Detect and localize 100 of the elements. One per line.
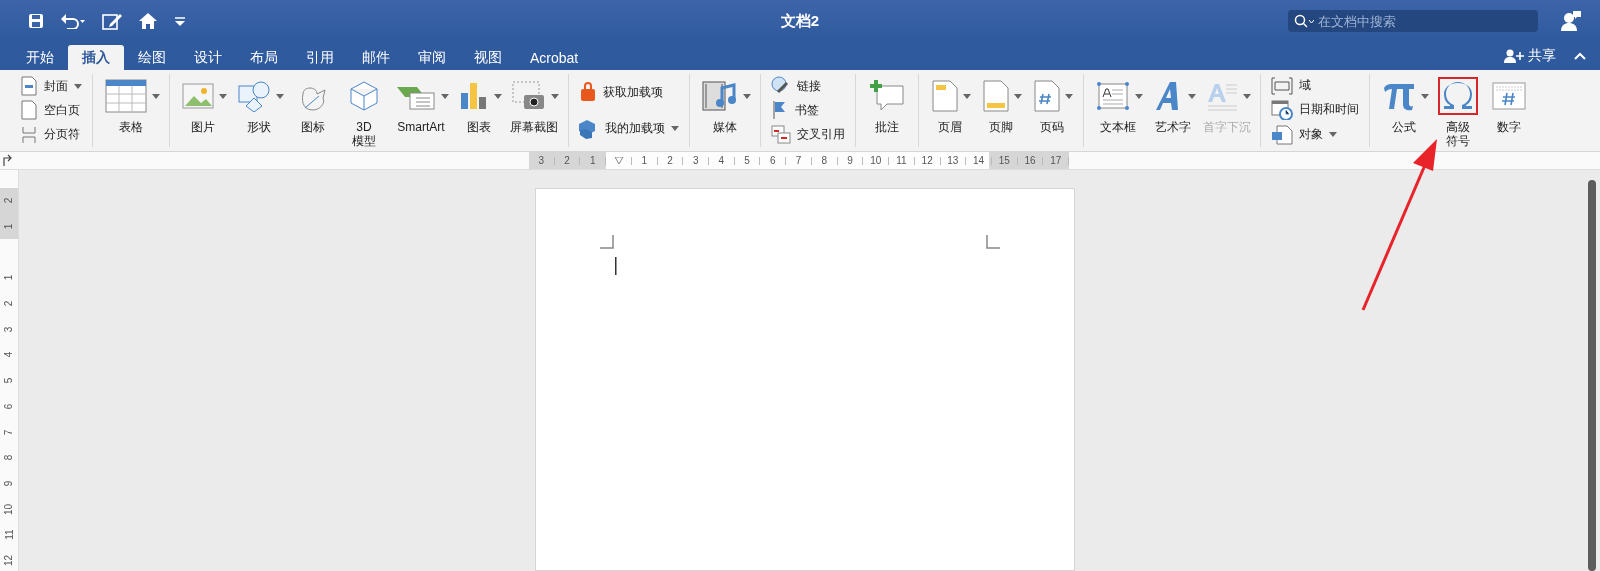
share-button[interactable]: 共享 bbox=[1504, 47, 1600, 70]
ruler-number: 1 bbox=[3, 223, 15, 230]
ribbon-tab[interactable]: 引用 bbox=[292, 45, 348, 70]
ruler-number: 2 bbox=[3, 198, 15, 204]
ribbon-tab[interactable]: 审阅 bbox=[404, 45, 460, 70]
page-number-icon bbox=[1034, 80, 1060, 112]
ribbon-button[interactable]: 艺术字 bbox=[1147, 74, 1199, 136]
ribbon-tab[interactable]: 布局 bbox=[236, 45, 292, 70]
ribbon-button[interactable]: 空白页 bbox=[16, 99, 86, 122]
page-icon bbox=[20, 76, 38, 97]
ribbon-button[interactable]: 页脚 bbox=[976, 74, 1026, 136]
ruler-number: 9 bbox=[847, 155, 853, 166]
ruler-number: 7 bbox=[3, 429, 15, 435]
camera-icon bbox=[512, 81, 546, 111]
ruler-number: 8 bbox=[821, 155, 828, 166]
tab-stop-icon bbox=[0, 152, 14, 169]
cube-icon bbox=[348, 80, 380, 112]
ribbon-button[interactable]: 日期和时间 bbox=[1267, 98, 1363, 121]
page-break-icon bbox=[20, 124, 38, 145]
edit-icon bbox=[102, 12, 122, 30]
ribbon-button[interactable]: 数字 bbox=[1484, 74, 1534, 136]
ruler-number: 8 bbox=[3, 454, 15, 461]
ribbon-button[interactable]: 媒体 bbox=[696, 74, 754, 136]
add-person-icon bbox=[1504, 49, 1524, 63]
ribbon-button[interactable]: 分页符 bbox=[16, 123, 86, 146]
ribbon-button[interactable]: 对象 bbox=[1267, 123, 1363, 146]
text-box-icon bbox=[1096, 80, 1130, 112]
bar-chart-icon bbox=[459, 81, 489, 111]
ruler-number: 11 bbox=[3, 529, 15, 540]
ruler-number: 12 bbox=[3, 554, 15, 567]
ruler-number: 3 bbox=[538, 155, 545, 166]
home-icon bbox=[138, 12, 158, 30]
ribbon-button[interactable]: 页眉 bbox=[925, 74, 975, 136]
cross-reference-icon bbox=[771, 124, 791, 145]
ruler-number: 1 bbox=[590, 155, 596, 166]
number-format-icon bbox=[1492, 81, 1526, 111]
ribbon-button[interactable]: 图标 bbox=[288, 74, 338, 136]
shapes-icon bbox=[237, 80, 271, 112]
comment-icon bbox=[869, 80, 905, 112]
footer-icon bbox=[983, 80, 1009, 112]
indent-marker-icon bbox=[613, 156, 624, 165]
ruler-number: 3 bbox=[3, 326, 15, 333]
ruler-number: 1 bbox=[641, 155, 647, 166]
ribbon-button[interactable]: 表格 bbox=[99, 74, 163, 136]
ruler-number: 12 bbox=[921, 155, 933, 166]
margin-corner-icon bbox=[600, 235, 614, 249]
media-icon bbox=[702, 80, 738, 112]
field-icon bbox=[1271, 76, 1293, 95]
ribbon-button[interactable]: SmartArt bbox=[390, 74, 452, 136]
ruler-number: 1 bbox=[3, 275, 15, 281]
search-field[interactable]: 在文档中搜索 bbox=[1288, 10, 1538, 32]
ruler-number: 4 bbox=[3, 352, 15, 358]
ribbon-button[interactable]: 封面 bbox=[16, 75, 86, 98]
ribbon-button[interactable]: 获取加载项 bbox=[575, 81, 683, 104]
ruler-number: 16 bbox=[1024, 155, 1036, 166]
ribbon-tab[interactable]: 开始 bbox=[12, 45, 68, 70]
ruler-number: 7 bbox=[795, 155, 802, 166]
ruler-number: 6 bbox=[770, 155, 776, 166]
document-page[interactable] bbox=[535, 188, 1075, 571]
ruler-number: 4 bbox=[718, 155, 725, 166]
ruler-number: 2 bbox=[564, 155, 570, 166]
ribbon-button[interactable]: 公式 bbox=[1376, 74, 1432, 136]
ribbon-button[interactable]: 我的加载项 bbox=[575, 117, 683, 140]
ruler-number: 5 bbox=[3, 377, 15, 384]
ruler-number: 15 bbox=[998, 155, 1010, 166]
save-icon bbox=[28, 13, 44, 29]
ribbon-tab[interactable]: 绘图 bbox=[124, 45, 180, 70]
ruler-number: 5 bbox=[744, 155, 750, 166]
window-title: 文档2 bbox=[780, 11, 820, 31]
ribbon-button[interactable]: 文本框 bbox=[1090, 74, 1146, 136]
ribbon-tab[interactable]: 设计 bbox=[180, 45, 236, 70]
ribbon-tab[interactable]: 插入 bbox=[68, 45, 124, 70]
page-icon bbox=[20, 100, 38, 121]
ruler-number: 17 bbox=[1050, 155, 1062, 166]
picture-icon bbox=[182, 82, 214, 110]
collapse-chevron-icon bbox=[1574, 52, 1586, 60]
text-cursor bbox=[615, 257, 617, 275]
ribbon-button[interactable]: 批注 bbox=[862, 74, 912, 136]
shopping-bag-icon bbox=[579, 82, 597, 103]
ribbon-button[interactable]: 形状 bbox=[231, 74, 287, 136]
ribbon-button[interactable]: 高级 符号 bbox=[1433, 74, 1483, 150]
ribbon-button[interactable]: 书签 bbox=[767, 99, 849, 122]
omega-icon bbox=[1441, 80, 1475, 112]
ribbon-button[interactable]: 链接 bbox=[767, 75, 849, 98]
ribbon-button[interactable]: 交叉引用 bbox=[767, 123, 849, 146]
ruler-number: 2 bbox=[3, 300, 15, 307]
search-icon bbox=[1294, 14, 1314, 28]
ruler-number: 11 bbox=[896, 155, 907, 166]
ribbon-tab[interactable]: 视图 bbox=[460, 45, 516, 70]
ribbon-button[interactable]: 图片 bbox=[176, 74, 230, 136]
ruler-number: 6 bbox=[3, 403, 15, 410]
scrollbar-thumb[interactable] bbox=[1588, 180, 1596, 571]
ribbon-button[interactable]: 屏幕截图 bbox=[506, 74, 562, 136]
ribbon-button[interactable]: 图表 bbox=[453, 74, 505, 136]
ribbon-button[interactable]: 3D 模型 bbox=[339, 74, 389, 150]
ribbon-tab[interactable]: Acrobat bbox=[516, 45, 593, 70]
ribbon-button[interactable]: 页码 bbox=[1027, 74, 1077, 136]
ribbon-button[interactable]: 域 bbox=[1267, 75, 1363, 96]
ribbon-tab[interactable]: 邮件 bbox=[348, 45, 404, 70]
customize-icon bbox=[174, 16, 186, 26]
